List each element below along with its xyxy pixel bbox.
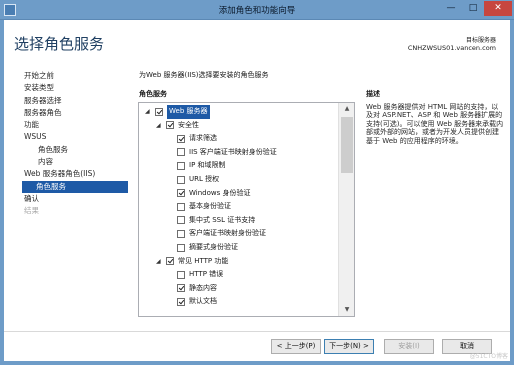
nav-item-server-selection[interactable]: 服务器选择 <box>24 95 128 107</box>
tree-row[interactable]: 请求筛选 <box>139 132 339 146</box>
role-service-checkbox[interactable] <box>177 175 185 184</box>
role-service-checkbox[interactable] <box>177 216 185 225</box>
destination-server-label: 目标服务器 <box>465 37 496 44</box>
nav-item-wsus-role-services[interactable]: 角色服务 <box>24 144 128 156</box>
role-service-checkbox[interactable] <box>177 284 185 293</box>
nav-item-installation-type[interactable]: 安装类型 <box>24 82 128 94</box>
nav-item-wsus[interactable]: WSUS <box>24 131 128 143</box>
role-service-label: 请求筛选 <box>189 134 217 143</box>
tree-row[interactable]: 默认文档 <box>139 295 339 309</box>
nav-item-results: 结果 <box>24 206 39 216</box>
role-service-label: IIS 客户端证书映射身份验证 <box>189 147 277 156</box>
scroll-up-icon[interactable]: ▲ <box>339 103 355 115</box>
tree-row[interactable]: ◢ 安全性 <box>139 119 339 133</box>
role-service-label: HTTP 错误 <box>189 270 224 279</box>
tree-row[interactable]: Windows 身份验证 <box>139 187 339 201</box>
nav-item-iis-role-services[interactable]: 角色服务 <box>22 180 128 193</box>
tree-row[interactable]: ◢ Web 服务器 <box>139 105 339 119</box>
role-service-label: 默认文档 <box>189 297 217 306</box>
role-service-label: URL 授权 <box>189 175 220 183</box>
scroll-down-icon[interactable]: ▼ <box>339 304 355 316</box>
role-service-checkbox[interactable] <box>155 107 163 116</box>
next-button[interactable]: 下一步(N) > <box>324 339 374 354</box>
page-title: 选择角色服务 <box>14 35 105 53</box>
role-service-label: 客户端证书映射身份验证 <box>189 229 266 238</box>
tree-scrollbar[interactable]: ▲ ▼ <box>338 103 354 316</box>
role-service-label: 安全性 <box>178 120 199 129</box>
role-service-checkbox[interactable] <box>177 229 185 238</box>
previous-button[interactable]: < 上一步(P) <box>271 339 321 354</box>
description-text: Web 服务器提供对 HTML 网站的支持，以及对 ASP.NET、ASP 和 … <box>366 103 504 145</box>
role-service-label: IP 和域限制 <box>189 161 226 170</box>
role-service-checkbox[interactable] <box>177 202 185 211</box>
role-service-checkbox[interactable] <box>177 243 185 252</box>
expand-arrow-icon[interactable]: ◢ <box>156 258 162 265</box>
role-service-checkbox[interactable] <box>177 134 185 143</box>
window-frame-bottom <box>0 361 514 365</box>
minimize-button[interactable]: — <box>440 1 462 16</box>
tree-row[interactable]: URL 授权 <box>139 173 339 187</box>
role-service-label: 摘要式身份验证 <box>189 243 238 251</box>
tree-row[interactable]: 集中式 SSL 证书支持 <box>139 214 339 228</box>
role-service-label: 集中式 SSL 证书支持 <box>189 215 256 224</box>
role-service-checkbox[interactable] <box>166 121 174 130</box>
role-service-label: Web 服务器 <box>167 105 210 119</box>
tree-row[interactable]: IIS 客户端证书映射身份验证 <box>139 146 339 160</box>
role-services-header: 角色服务 <box>139 90 167 98</box>
description-header: 描述 <box>366 90 380 98</box>
tree-row[interactable]: 静态内容 <box>139 282 339 296</box>
tree-row[interactable]: HTTP 错误 <box>139 268 339 282</box>
role-service-checkbox[interactable] <box>177 148 185 157</box>
role-services-tree[interactable]: ◢ Web 服务器 ◢ 安全性请求筛选 IIS 客户端证书映射身份验证 IP 和域限制 UR… <box>138 102 355 317</box>
nav-item-features[interactable]: 功能 <box>24 119 128 131</box>
tree-row[interactable]: ◢ 常见 HTTP 功能 <box>139 255 339 269</box>
role-service-checkbox[interactable] <box>177 189 185 198</box>
role-service-label: 基本身份验证 <box>189 202 231 211</box>
tree-row[interactable]: 客户端证书映射身份验证 <box>139 227 339 241</box>
window-frame-right <box>510 20 514 365</box>
tree-row[interactable]: 摘要式身份验证 <box>139 241 339 255</box>
watermark: @51CTO博客 <box>469 353 508 360</box>
role-service-checkbox[interactable] <box>166 257 174 266</box>
title-bar: 添加角色和功能向导 — □ ✕ <box>0 0 514 20</box>
nav-item-wsus-content[interactable]: 内容 <box>24 156 128 168</box>
role-service-label: 静态内容 <box>189 283 217 292</box>
scroll-thumb[interactable] <box>341 117 353 173</box>
wizard-nav: 开始之前 安装类型 服务器选择 服务器角色 功能 WSUS 角色服务 内容 We… <box>22 70 128 218</box>
expand-arrow-icon[interactable]: ◢ <box>156 122 162 129</box>
window-title: 添加角色和功能向导 <box>218 6 296 16</box>
nav-item-confirmation[interactable]: 确认 <box>24 193 128 205</box>
destination-server-name: CNHZWSUS01.vancen.com <box>407 44 496 52</box>
install-button: 安装(I) <box>384 339 434 354</box>
role-service-checkbox[interactable] <box>177 297 185 306</box>
maximize-button[interactable]: □ <box>462 1 484 16</box>
instruction-text: 为Web 服务器(IIS)选择要安装的角色服务 <box>139 71 269 79</box>
role-service-label: Windows 身份验证 <box>189 188 251 197</box>
expand-arrow-icon[interactable]: ◢ <box>145 109 151 115</box>
tree-row[interactable]: IP 和域限制 <box>139 159 339 173</box>
footer-divider <box>4 331 510 332</box>
close-button[interactable]: ✕ <box>484 1 512 16</box>
role-service-label: 常见 HTTP 功能 <box>178 256 229 265</box>
nav-item-server-roles[interactable]: 服务器角色 <box>24 107 128 119</box>
nav-item-web-server-role[interactable]: Web 服务器角色(IIS) <box>24 168 128 180</box>
window-frame-left <box>0 20 4 365</box>
role-service-checkbox[interactable] <box>177 161 185 170</box>
nav-item-before-you-begin[interactable]: 开始之前 <box>24 70 128 82</box>
tree-row[interactable]: 基本身份验证 <box>139 200 339 214</box>
role-service-checkbox[interactable] <box>177 270 185 279</box>
